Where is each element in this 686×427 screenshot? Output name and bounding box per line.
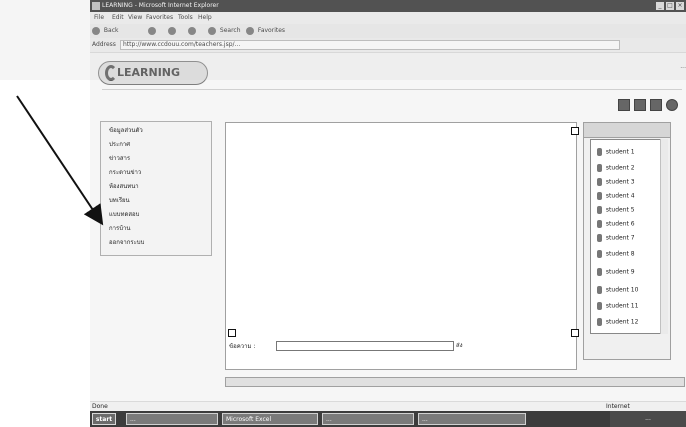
- menu-favorites[interactable]: Favorites: [146, 12, 173, 24]
- user-icon: [597, 268, 602, 276]
- user-icon: [597, 220, 602, 228]
- user-icon: [597, 318, 602, 326]
- user-icon: [597, 148, 602, 156]
- message-input[interactable]: [276, 341, 454, 351]
- tool-icon-3[interactable]: [650, 99, 662, 111]
- tool-icon-4[interactable]: [666, 99, 678, 111]
- start-button[interactable]: start: [92, 413, 116, 425]
- search-icon: [208, 26, 216, 35]
- tool-icon-2[interactable]: [634, 99, 646, 111]
- favorites-button[interactable]: Favorites: [246, 26, 285, 36]
- toolbar: Back Search Favorites: [90, 24, 686, 38]
- menu-view[interactable]: View: [128, 12, 142, 24]
- header-divider: [102, 89, 682, 90]
- left-menu-item[interactable]: ประกาศ: [109, 140, 199, 150]
- left-menu-item[interactable]: ข่าวสาร: [109, 154, 199, 164]
- user-icon: [597, 250, 602, 258]
- user-item[interactable]: student 10: [597, 286, 665, 295]
- menu-tools[interactable]: Tools: [178, 12, 193, 24]
- maximize-button[interactable]: □: [666, 2, 674, 10]
- left-menu-item[interactable]: ห้องสนทนา: [109, 182, 199, 192]
- left-menu: ข้อมูลส่วนตัว ประกาศ ข่าวสาร กระดานข่าว …: [100, 121, 212, 256]
- favorites-icon: [246, 26, 254, 35]
- bottom-bar: [225, 377, 685, 387]
- user-item[interactable]: student 11: [597, 302, 665, 311]
- menu-help[interactable]: Help: [198, 12, 212, 24]
- search-button[interactable]: Search: [208, 26, 241, 36]
- user-item[interactable]: student 12: [597, 318, 665, 327]
- user-item[interactable]: student 5: [597, 206, 665, 215]
- left-menu-item[interactable]: การบ้าน: [109, 224, 199, 234]
- user-icon: [597, 234, 602, 242]
- menu-edit[interactable]: Edit: [112, 12, 124, 24]
- minimize-button[interactable]: _: [656, 2, 664, 10]
- system-tray: ...: [610, 411, 686, 427]
- taskbar-item[interactable]: ...: [322, 413, 414, 425]
- frame-corner-icon: [228, 329, 236, 337]
- taskbar-item[interactable]: ...: [418, 413, 526, 425]
- panel-header: [584, 123, 670, 138]
- menu-bar: File Edit View Favorites Tools Help: [90, 12, 686, 24]
- home-button[interactable]: [188, 26, 198, 36]
- stop-button[interactable]: [168, 26, 178, 36]
- taskbar-item[interactable]: Microsoft Excel: [222, 413, 318, 425]
- user-icon: [597, 178, 602, 186]
- chat-display: [226, 123, 576, 328]
- address-input[interactable]: http://www.ccdouu.com/teachers.jsp/...: [120, 40, 620, 50]
- browser-window: LEARNING - Microsoft Internet Explorer _…: [90, 0, 686, 427]
- browser-icon: [92, 2, 100, 10]
- chat-frame: ข้อความ : ส่ง: [225, 122, 579, 370]
- left-menu-item[interactable]: ออกจากระบบ: [109, 238, 199, 248]
- close-button[interactable]: ×: [676, 2, 684, 10]
- user-icon: [597, 286, 602, 294]
- user-item[interactable]: student 4: [597, 192, 665, 201]
- user-icon: [597, 192, 602, 200]
- user-item[interactable]: student 3: [597, 178, 665, 187]
- user-item[interactable]: student 8: [597, 250, 665, 259]
- back-icon: [92, 26, 100, 35]
- user-list-scrollbar[interactable]: [660, 139, 668, 334]
- frame-corner-icon: [571, 329, 579, 337]
- taskbar: start ... Microsoft Excel ... ... ...: [90, 411, 686, 427]
- user-item[interactable]: student 1: [597, 148, 665, 157]
- user-icon: [597, 206, 602, 214]
- title-bar: LEARNING - Microsoft Internet Explorer _…: [90, 0, 686, 12]
- address-label: Address: [92, 41, 116, 48]
- online-users-panel: student 1 student 2 student 3 student 4 …: [583, 122, 671, 360]
- frame-corner-icon: [571, 127, 579, 135]
- home-icon: [188, 26, 196, 35]
- left-menu-item[interactable]: บทเรียน: [109, 196, 199, 206]
- user-item[interactable]: student 6: [597, 220, 665, 229]
- send-button[interactable]: ส่ง: [456, 341, 480, 351]
- page-content: LEARNING ... ข้อมูลส่วนตัว ประกาศ ข่าวสา…: [90, 52, 686, 401]
- user-list[interactable]: student 1 student 2 student 3 student 4 …: [590, 139, 662, 334]
- refresh-icon: [148, 26, 156, 35]
- user-icon: [597, 302, 602, 310]
- message-label: ข้อความ :: [229, 343, 256, 350]
- back-button[interactable]: Back: [92, 26, 119, 36]
- left-menu-item[interactable]: ข้อมูลส่วนตัว: [109, 126, 199, 136]
- learning-logo: LEARNING: [98, 61, 208, 85]
- user-item[interactable]: student 7: [597, 234, 665, 243]
- user-item[interactable]: student 2: [597, 164, 665, 173]
- user-item[interactable]: student 9: [597, 268, 665, 277]
- menu-file[interactable]: File: [94, 12, 104, 24]
- logo-icon: [105, 65, 117, 81]
- left-menu-item[interactable]: กระดานข่าว: [109, 168, 199, 178]
- taskbar-item[interactable]: ...: [126, 413, 218, 425]
- address-bar: Address http://www.ccdouu.com/teachers.j…: [90, 38, 686, 52]
- header-info: ...: [680, 63, 686, 70]
- user-icon: [597, 164, 602, 172]
- window-title: LEARNING - Microsoft Internet Explorer: [102, 2, 219, 9]
- left-menu-item[interactable]: แบบทดสอบ: [109, 210, 199, 220]
- stop-icon: [168, 26, 176, 35]
- tool-icon-1[interactable]: [618, 99, 630, 111]
- refresh-button[interactable]: [148, 26, 158, 36]
